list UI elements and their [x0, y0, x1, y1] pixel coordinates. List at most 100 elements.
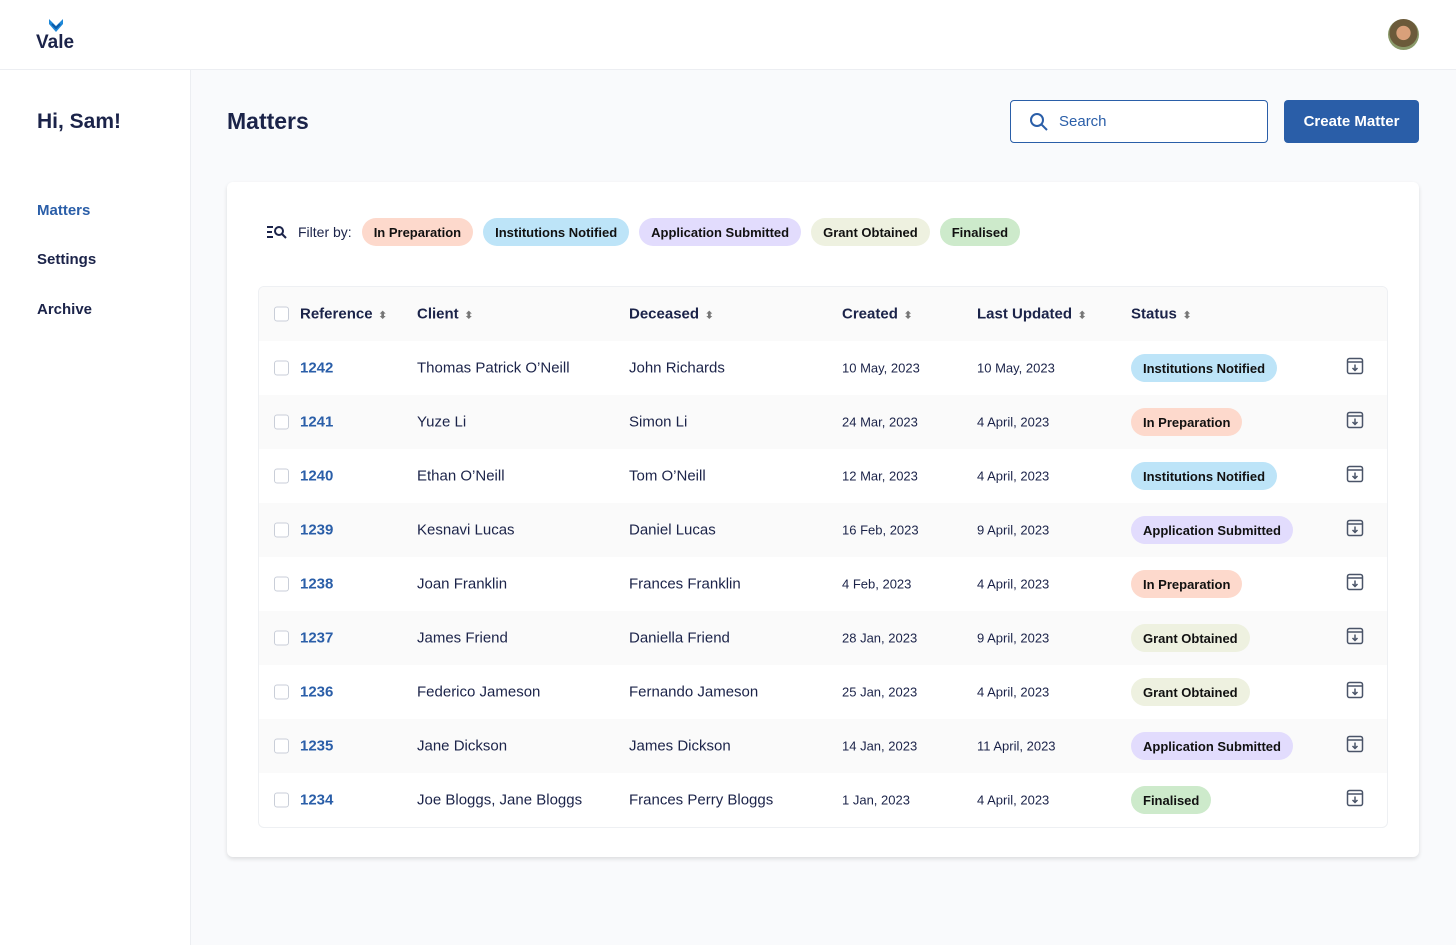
filter-chip[interactable]: Grant Obtained [811, 218, 930, 246]
client-cell: Federico Jameson [417, 683, 541, 701]
sidebar: Hi, Sam! Matters Settings Archive [0, 70, 191, 945]
filter-chip[interactable]: In Preparation [361, 218, 474, 246]
filter-chip[interactable]: Application Submitted [639, 218, 802, 246]
table-row[interactable]: 1240 Ethan O’Neill Tom O’Neill 12 Mar, 2… [259, 449, 1387, 503]
deceased-cell: John Richards [629, 359, 725, 377]
reference-link[interactable]: 1242 [300, 360, 333, 377]
row-checkbox[interactable] [274, 522, 289, 538]
table-row[interactable]: 1234 Joe Bloggs, Jane Bloggs Frances Per… [259, 773, 1387, 827]
sidebar-item-settings[interactable]: Settings [37, 251, 96, 268]
row-checkbox[interactable] [274, 576, 289, 592]
client-cell: Joan Franklin [417, 575, 508, 593]
row-checkbox[interactable] [274, 738, 289, 754]
archive-icon[interactable] [1346, 789, 1364, 811]
status-badge: Institutions Notified [1131, 462, 1278, 490]
row-checkbox[interactable] [274, 414, 289, 430]
last-updated-cell: 9 April, 2023 [977, 522, 1050, 538]
created-cell: 12 Mar, 2023 [842, 468, 918, 484]
column-created[interactable]: Created ⬍ [842, 306, 912, 323]
filter-label: Filter by: [298, 224, 352, 240]
sidebar-item-matters[interactable]: Matters [37, 202, 90, 219]
table-row[interactable]: 1236 Federico Jameson Fernando Jameson 2… [259, 665, 1387, 719]
reference-link[interactable]: 1237 [300, 630, 333, 647]
deceased-cell: Simon Li [629, 413, 688, 431]
row-checkbox[interactable] [274, 630, 289, 646]
created-cell: 4 Feb, 2023 [842, 576, 912, 592]
archive-icon[interactable] [1346, 519, 1364, 541]
client-cell: Kesnavi Lucas [417, 521, 515, 539]
archive-icon[interactable] [1346, 681, 1364, 703]
archive-icon[interactable] [1346, 357, 1364, 379]
deceased-cell: Frances Perry Bloggs [629, 791, 774, 809]
deceased-cell: Fernando Jameson [629, 683, 759, 701]
column-client[interactable]: Client ⬍ [417, 306, 473, 323]
archive-icon[interactable] [1346, 465, 1364, 487]
greeting: Hi, Sam! [37, 110, 122, 133]
sort-icon: ⬍ [464, 310, 474, 322]
archive-icon[interactable] [1346, 573, 1364, 595]
vale-logo[interactable]: Vale [36, 18, 74, 54]
table-row[interactable]: 1235 Jane Dickson James Dickson 14 Jan, … [259, 719, 1387, 773]
client-cell: James Friend [417, 629, 508, 647]
sidebar-item-archive[interactable]: Archive [37, 301, 92, 318]
deceased-cell: Daniel Lucas [629, 521, 716, 539]
created-cell: 25 Jan, 2023 [842, 684, 918, 700]
column-last-updated[interactable]: Last Updated ⬍ [977, 306, 1086, 323]
column-deceased[interactable]: Deceased ⬍ [629, 306, 713, 323]
archive-icon[interactable] [1346, 411, 1364, 433]
status-badge: In Preparation [1131, 408, 1243, 436]
filter-bar: Filter by: In Preparation Institutions No… [266, 218, 1021, 246]
sort-icon: ⬍ [903, 310, 913, 322]
reference-link[interactable]: 1236 [300, 684, 333, 701]
sort-icon: ⬍ [1078, 310, 1087, 322]
deceased-cell: Frances Franklin [629, 575, 741, 593]
filter-chip[interactable]: Institutions Notified [483, 218, 630, 246]
created-cell: 1 Jan, 2023 [842, 792, 910, 808]
last-updated-cell: 10 May, 2023 [977, 360, 1055, 376]
table-row[interactable]: 1237 James Friend Daniella Friend 28 Jan… [259, 611, 1387, 665]
reference-link[interactable]: 1238 [300, 576, 333, 593]
sort-icon: ⬍ [378, 310, 387, 322]
reference-link[interactable]: 1240 [300, 468, 333, 485]
row-checkbox[interactable] [274, 684, 289, 700]
client-cell: Joe Bloggs, Jane Bloggs [417, 791, 583, 809]
created-cell: 24 Mar, 2023 [842, 414, 918, 430]
last-updated-cell: 4 April, 2023 [977, 414, 1050, 430]
reference-link[interactable]: 1234 [300, 792, 333, 809]
top-bar: Vale [0, 0, 1456, 70]
reference-link[interactable]: 1241 [300, 414, 333, 431]
table-row[interactable]: 1238 Joan Franklin Frances Franklin 4 Fe… [259, 557, 1387, 611]
archive-icon[interactable] [1346, 627, 1364, 649]
create-matter-button[interactable]: Create Matter [1284, 100, 1419, 143]
search-input[interactable]: Search [1010, 100, 1268, 143]
table-row[interactable]: 1241 Yuze Li Simon Li 24 Mar, 2023 4 Apr… [259, 395, 1387, 449]
last-updated-cell: 4 April, 2023 [977, 792, 1050, 808]
client-cell: Yuze Li [417, 413, 467, 431]
last-updated-cell: 4 April, 2023 [977, 468, 1050, 484]
archive-icon[interactable] [1346, 735, 1364, 757]
user-avatar[interactable] [1388, 19, 1419, 50]
created-cell: 14 Jan, 2023 [842, 738, 918, 754]
page-title: Matters [227, 108, 309, 134]
table-header-row: Reference ⬍ Client ⬍ Deceased ⬍ Created ⬍ La… [259, 287, 1387, 341]
filter-chip[interactable]: Finalised [939, 218, 1021, 246]
client-cell: Thomas Patrick O’Neill [417, 359, 570, 377]
status-badge: Institutions Notified [1131, 354, 1278, 382]
row-checkbox[interactable] [274, 792, 289, 808]
reference-link[interactable]: 1239 [300, 522, 333, 539]
main-content: Matters Search Create Matter Filter by: … [191, 70, 1456, 945]
reference-link[interactable]: 1235 [300, 738, 333, 755]
column-reference[interactable]: Reference ⬍ [300, 306, 387, 323]
status-badge: Grant Obtained [1131, 624, 1250, 652]
select-all-checkbox[interactable] [274, 306, 289, 322]
table-row[interactable]: 1239 Kesnavi Lucas Daniel Lucas 16 Feb, … [259, 503, 1387, 557]
row-checkbox[interactable] [274, 468, 289, 484]
status-badge: In Preparation [1131, 570, 1243, 598]
table-row[interactable]: 1242 Thomas Patrick O’Neill John Richard… [259, 341, 1387, 395]
row-checkbox[interactable] [274, 360, 289, 376]
status-badge: Grant Obtained [1131, 678, 1250, 706]
matters-table: Reference ⬍ Client ⬍ Deceased ⬍ Created ⬍ La… [258, 286, 1388, 828]
status-badge: Finalised [1131, 786, 1212, 814]
last-updated-cell: 4 April, 2023 [977, 576, 1050, 592]
column-status[interactable]: Status ⬍ [1131, 306, 1191, 323]
